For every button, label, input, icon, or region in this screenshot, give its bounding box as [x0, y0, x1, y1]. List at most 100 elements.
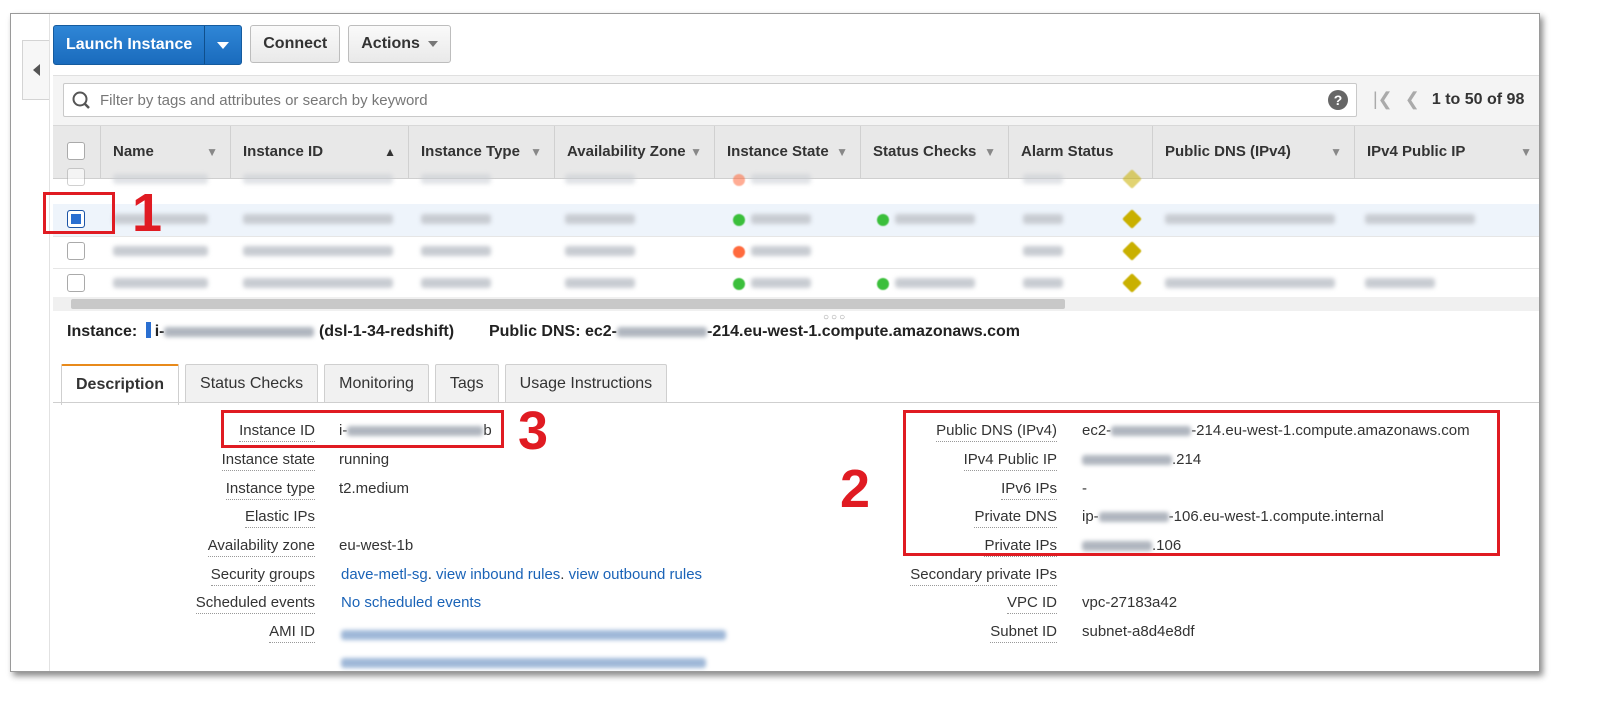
tabs-divider — [53, 402, 1539, 403]
blurred-cell — [565, 246, 635, 256]
annotation-number-3: 3 — [518, 401, 549, 461]
alarm-icon[interactable] — [1122, 209, 1142, 229]
col-instance-type-label: Instance Type — [421, 143, 520, 160]
blurred-cell — [113, 246, 208, 256]
alarm-icon[interactable] — [1122, 273, 1142, 293]
annotation-number-2: 2 — [840, 459, 871, 519]
table-row[interactable] — [53, 236, 1539, 269]
value-instance-type: t2.medium — [339, 480, 410, 497]
redacted-text — [164, 326, 315, 337]
tab-monitoring[interactable]: Monitoring — [324, 364, 429, 403]
col-availability-zone[interactable]: Availability Zone ▼ — [555, 126, 715, 178]
detail-tabs: Description Status Checks Monitoring Tag… — [61, 364, 668, 405]
collapse-sidebar-icon[interactable] — [22, 40, 49, 100]
sort-icon: ▼ — [836, 145, 848, 159]
blurred-cell — [895, 278, 975, 288]
label-ami-id: AMI ID — [269, 623, 315, 643]
annotation-number-1: 1 — [132, 183, 163, 243]
launch-dropdown-button[interactable] — [204, 26, 241, 64]
col-instance-state[interactable]: Instance State ▼ — [715, 126, 861, 178]
blurred-cell — [1023, 174, 1063, 184]
col-instance-id-label: Instance ID — [243, 143, 324, 160]
scheduled-events-link[interactable]: No scheduled events — [341, 594, 481, 611]
blurred-cell — [1023, 214, 1063, 224]
sort-icon: ▼ — [206, 145, 218, 159]
blurred-cell — [565, 174, 635, 184]
col-ipv4-public-ip-label: IPv4 Public IP — [1367, 143, 1466, 160]
horizontal-scrollbar[interactable] — [53, 297, 1539, 311]
blurred-cell — [421, 278, 491, 288]
blurred-cell — [1365, 214, 1475, 224]
blurred-cell — [113, 278, 208, 288]
col-ipv4-public-ip[interactable]: IPv4 Public IP ▼ — [1355, 126, 1539, 178]
redacted-link — [341, 630, 726, 640]
blurred-cell — [895, 214, 975, 224]
view-inbound-rules-link[interactable]: view inbound rules — [436, 566, 560, 583]
col-instance-id[interactable]: Instance ID ▲ — [231, 126, 409, 178]
blurred-cell — [751, 246, 811, 256]
side-panel — [11, 14, 50, 671]
table-row[interactable] — [53, 268, 1539, 297]
table-row[interactable] — [53, 168, 1539, 205]
annotation-box-1 — [43, 192, 115, 234]
scrollbar-thumb[interactable] — [71, 299, 1065, 309]
col-public-dns[interactable]: Public DNS (IPv4) ▼ — [1153, 126, 1355, 178]
row-checkbox[interactable] — [67, 242, 85, 260]
table-row-selected[interactable] — [53, 204, 1539, 237]
state-running-icon — [733, 214, 745, 226]
label-vpc-id: VPC ID — [1006, 594, 1057, 614]
blurred-cell — [421, 174, 491, 184]
tab-status-checks[interactable]: Status Checks — [185, 364, 319, 403]
launch-instance-label[interactable]: Launch Instance — [54, 26, 204, 64]
status-ok-icon — [877, 214, 889, 226]
state-stopped-icon — [733, 174, 745, 186]
instance-label: Instance: — [67, 323, 138, 340]
col-availability-zone-label: Availability Zone — [567, 143, 686, 160]
col-instance-type[interactable]: Instance Type ▼ — [409, 126, 555, 178]
launch-instance-button: Launch Instance — [53, 25, 243, 65]
tab-description[interactable]: Description — [61, 364, 180, 405]
value-instance-state: running — [339, 451, 390, 468]
public-dns-prefix: ec2- — [584, 323, 618, 340]
value-availability-zone: eu-west-1b — [339, 537, 414, 554]
col-name[interactable]: Name ▼ — [101, 126, 231, 178]
tab-usage-instructions[interactable]: Usage Instructions — [504, 364, 668, 403]
blurred-cell — [1023, 246, 1063, 256]
view-outbound-rules-link[interactable]: view outbound rules — [569, 566, 702, 583]
value-subnet-id: subnet-a8d4e8df — [1082, 623, 1195, 640]
connect-button[interactable]: Connect — [250, 25, 341, 63]
actions-button[interactable]: Actions — [348, 25, 451, 63]
alarm-icon[interactable] — [1122, 169, 1142, 189]
first-page-icon[interactable]: |❮ — [1373, 89, 1393, 110]
col-name-label: Name — [113, 143, 154, 160]
annotation-box-2 — [903, 410, 1500, 556]
actions-label: Actions — [361, 35, 420, 52]
col-instance-state-label: Instance State — [727, 143, 829, 160]
prev-page-icon[interactable]: ❮ — [1405, 89, 1420, 110]
instance-id-prefix: i- — [154, 323, 165, 340]
console-window: Launch Instance Connect Actions ? |❮ ❮ 1… — [10, 13, 1540, 672]
col-status-checks[interactable]: Status Checks ▼ — [861, 126, 1009, 178]
status-ok-icon — [877, 278, 889, 290]
annotation-box-3 — [221, 410, 504, 448]
row-checkbox[interactable] — [67, 274, 85, 292]
filter-input[interactable] — [98, 90, 1282, 110]
filter-bar: ? |❮ ❮ 1 to 50 of 98 — [53, 75, 1539, 126]
alarm-icon[interactable] — [1122, 241, 1142, 261]
tab-tags[interactable]: Tags — [434, 364, 499, 403]
col-alarm-status-label: Alarm Status — [1021, 143, 1114, 160]
row-checkbox[interactable] — [67, 168, 85, 186]
security-group-link[interactable]: dave-metl-sg — [341, 566, 428, 583]
blurred-cell — [1023, 278, 1063, 288]
instance-name: (dsl-1-34-redshift) — [318, 323, 455, 340]
blurred-cell — [421, 214, 491, 224]
search-box: ? — [63, 83, 1357, 117]
sort-icon: ▼ — [1330, 145, 1342, 159]
label-scheduled-events: Scheduled events — [195, 594, 315, 614]
blurred-cell — [1165, 214, 1335, 224]
blurred-cell — [751, 278, 811, 288]
help-icon[interactable]: ? — [1328, 90, 1348, 110]
select-all-checkbox[interactable] — [67, 142, 85, 160]
blurred-cell — [1165, 278, 1335, 288]
blurred-cell — [565, 278, 635, 288]
